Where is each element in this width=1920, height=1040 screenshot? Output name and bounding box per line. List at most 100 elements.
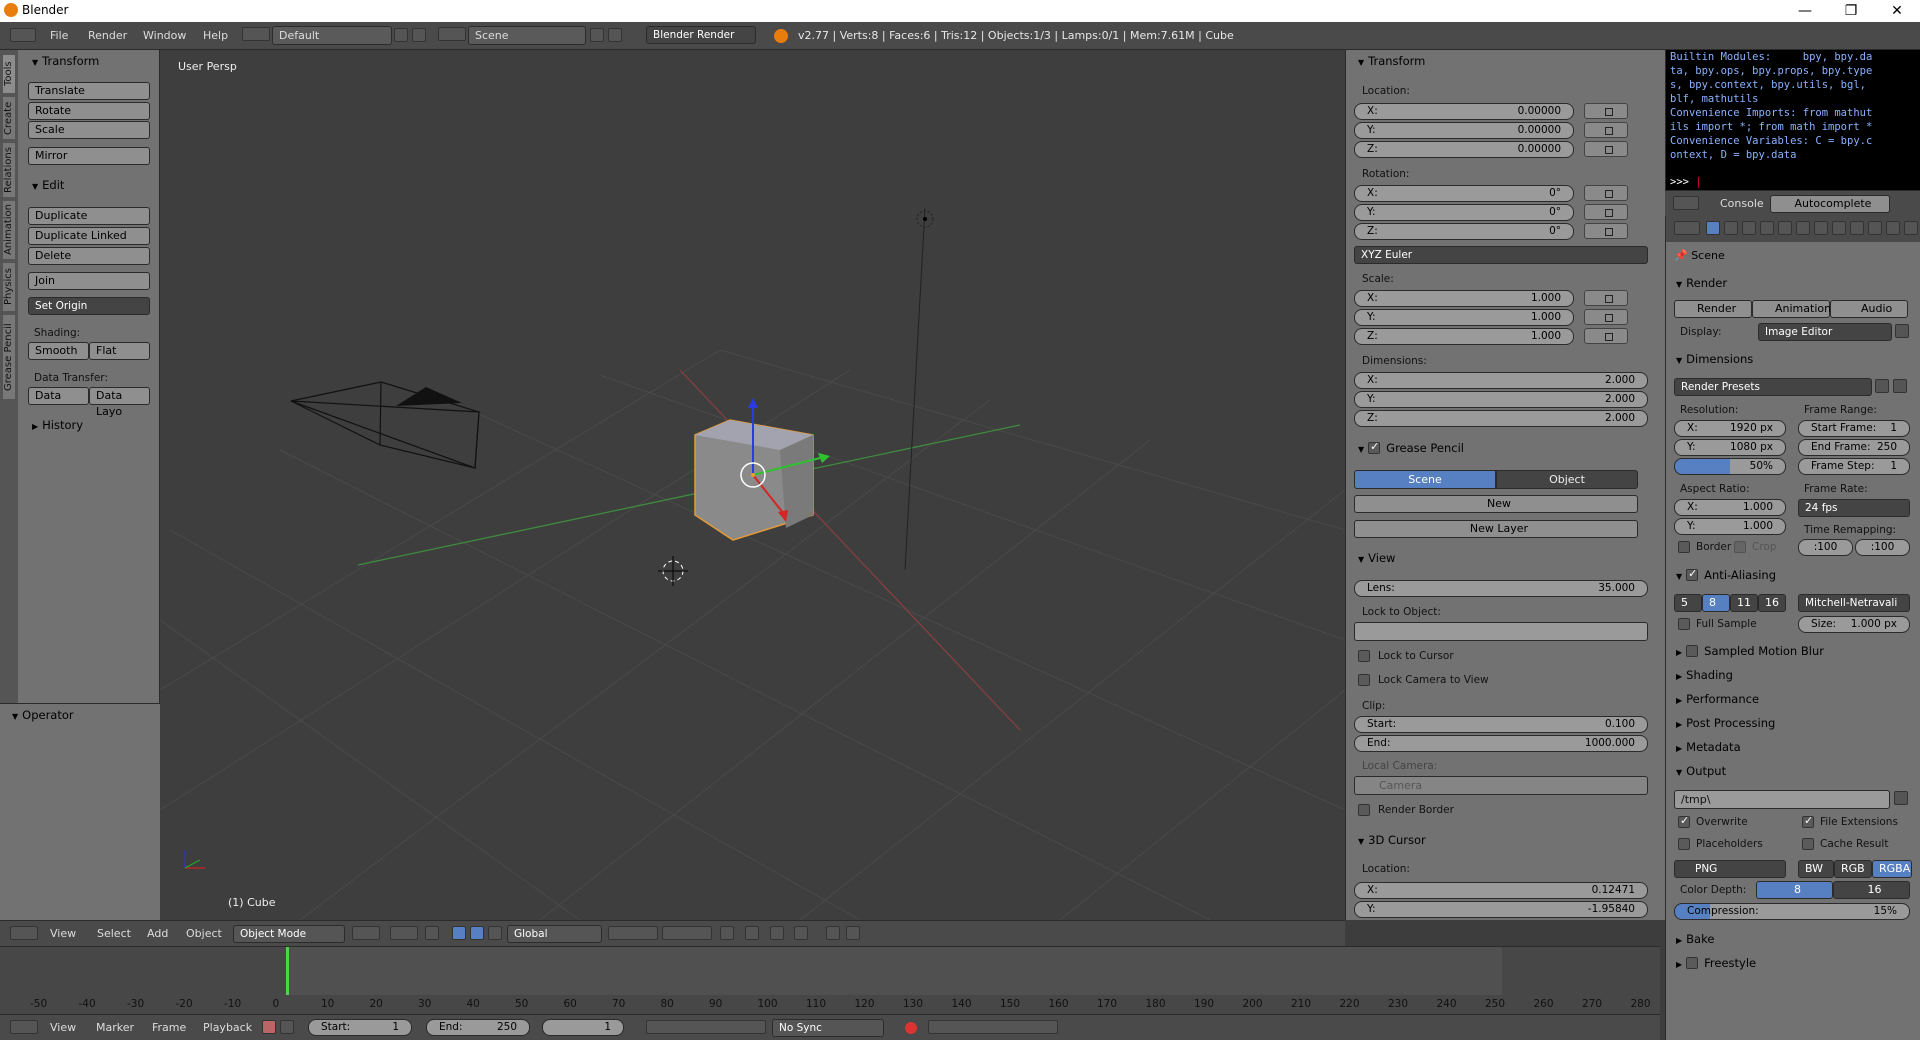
scene-tab-icon[interactable] <box>1742 221 1756 235</box>
output-path-field[interactable]: /tmp\ <box>1674 790 1890 809</box>
bake-header[interactable]: ▶ Bake <box>1676 932 1714 946</box>
aa-samples-5[interactable]: 5 <box>1674 594 1702 612</box>
dimension-y-field[interactable]: Y: 2.000 <box>1354 391 1648 408</box>
3d-cursor-header[interactable]: ▼ 3D Cursor <box>1358 833 1426 847</box>
close-button[interactable]: ✕ <box>1874 0 1920 22</box>
aspect-y-field[interactable]: Y: 1.000 <box>1674 518 1786 535</box>
layers-icon[interactable] <box>662 926 712 940</box>
tab-animation[interactable]: Animation <box>2 200 16 260</box>
screen-layout-field[interactable]: Default <box>272 26 392 45</box>
pivot-icon[interactable] <box>390 926 418 940</box>
flat-button[interactable]: Flat <box>89 342 150 360</box>
rotation-y-field[interactable]: Y: 0° <box>1354 204 1574 221</box>
bw-button[interactable]: BW <box>1798 860 1834 878</box>
crop-checkbox[interactable] <box>1734 541 1746 553</box>
render-anim-icon[interactable] <box>846 926 860 940</box>
overwrite-checkbox[interactable] <box>1678 814 1690 828</box>
current-frame-marker[interactable] <box>286 947 289 995</box>
scale-z-field[interactable]: Z: 1.000 <box>1354 328 1574 345</box>
tab-tools[interactable]: Tools <box>2 54 16 94</box>
aa-size-field[interactable]: Size: 1.000 px <box>1798 616 1910 633</box>
lock-scale-x-icon[interactable] <box>1584 290 1628 306</box>
lock-scale-z-icon[interactable] <box>1584 328 1628 344</box>
lock-range-icon[interactable] <box>280 1020 294 1034</box>
depth-16-button[interactable]: 16 <box>1833 881 1910 899</box>
gp-new-button[interactable]: New <box>1354 495 1638 513</box>
data-layout-button[interactable]: Data Layo <box>89 387 150 418</box>
orientation-select[interactable]: Global <box>507 925 602 943</box>
location-z-field[interactable]: Z: 0.00000 <box>1354 141 1574 158</box>
scale-button[interactable]: Scale <box>28 121 150 139</box>
cursor-y-field[interactable]: Y: -1.95840 <box>1354 901 1648 918</box>
location-y-field[interactable]: Y: 0.00000 <box>1354 122 1574 139</box>
frame-step-field[interactable]: Frame Step: 1 <box>1798 458 1910 475</box>
render-layers-tab-icon[interactable] <box>1724 221 1738 235</box>
metadata-header[interactable]: ▶ Metadata <box>1676 740 1741 754</box>
record-icon[interactable] <box>905 1022 917 1034</box>
material-tab-icon[interactable] <box>1850 221 1864 235</box>
data-tab-icon[interactable] <box>1832 221 1846 235</box>
delete-button[interactable]: Delete <box>28 247 150 265</box>
translate-manip-icon[interactable] <box>452 926 466 940</box>
menu-help[interactable]: Help <box>203 29 228 42</box>
add-preset-icon[interactable] <box>1875 379 1889 393</box>
dimension-x-field[interactable]: X: 2.000 <box>1354 372 1648 389</box>
scene-icon[interactable] <box>438 27 466 41</box>
lock-scale-y-icon[interactable] <box>1584 309 1628 325</box>
duplicate-button[interactable]: Duplicate <box>28 207 150 225</box>
operator-panel-header[interactable]: ▼ Operator <box>12 708 74 722</box>
menu-view[interactable]: View <box>50 1021 76 1034</box>
motion-blur-header[interactable]: ▶ Sampled Motion Blur <box>1676 644 1824 658</box>
menu-object[interactable]: Object <box>186 927 222 940</box>
snap-icon[interactable] <box>770 926 784 940</box>
scene-field[interactable]: Scene <box>468 26 586 45</box>
menu-add[interactable]: Add <box>147 927 168 940</box>
render-button[interactable]: Render <box>1674 300 1752 318</box>
aspect-x-field[interactable]: X: 1.000 <box>1674 499 1786 516</box>
aa-checkbox[interactable] <box>1686 567 1699 581</box>
menu-view[interactable]: View <box>50 927 76 940</box>
scale-y-field[interactable]: Y: 1.000 <box>1354 309 1574 326</box>
console-menu[interactable]: Console <box>1720 197 1764 210</box>
rotation-mode-select[interactable]: XYZ Euler <box>1354 246 1648 264</box>
render-panel-header[interactable]: ▼ Render <box>1676 276 1727 290</box>
animation-button[interactable]: Animation <box>1752 300 1831 318</box>
clip-start-field[interactable]: Start: 0.100 <box>1354 716 1648 733</box>
gp-new-layer-button[interactable]: New Layer <box>1354 520 1638 538</box>
viewport-3d[interactable]: User Persp (1) Cube <box>160 50 1345 920</box>
freestyle-header[interactable]: ▶ Freestyle <box>1676 956 1756 970</box>
current-frame-field[interactable]: 1 <box>542 1019 624 1036</box>
view-header[interactable]: ▼ View <box>1358 551 1395 565</box>
history-panel-header[interactable]: ▶ History <box>32 418 83 432</box>
file-extensions-checkbox[interactable] <box>1802 814 1814 828</box>
editor-type-icon[interactable] <box>10 926 38 940</box>
rotation-z-field[interactable]: Z: 0° <box>1354 223 1574 240</box>
remap-old-field[interactable]: :100 <box>1798 539 1853 556</box>
depth-8-button[interactable]: 8 <box>1756 881 1833 899</box>
dimensions-panel-header[interactable]: ▼ Dimensions <box>1676 352 1753 366</box>
render-engine-select[interactable]: Blender Render <box>646 26 756 44</box>
editor-type-icon[interactable] <box>10 1020 38 1034</box>
lock-rotation-x-icon[interactable] <box>1584 185 1628 201</box>
layer-lock-icon[interactable] <box>720 926 734 940</box>
cache-result-checkbox[interactable] <box>1802 838 1814 850</box>
shading-header[interactable]: ▶ Shading <box>1676 668 1733 682</box>
proportional-edit-icon[interactable] <box>745 926 759 940</box>
playback-controls-icon[interactable] <box>646 1020 766 1034</box>
constraints-tab-icon[interactable] <box>1796 221 1810 235</box>
lock-location-y-icon[interactable] <box>1584 122 1628 138</box>
aa-samples-16[interactable]: 16 <box>1758 594 1786 612</box>
python-console[interactable]: Builtin Modules: bpy, bpy.da ta, bpy.ops… <box>1665 50 1920 190</box>
folder-icon[interactable] <box>1894 791 1908 805</box>
add-scene-icon[interactable] <box>590 28 604 42</box>
layers-icon[interactable] <box>608 926 658 940</box>
edit-panel-header[interactable]: ▼ Edit <box>32 178 64 192</box>
tab-physics[interactable]: Physics <box>2 262 16 312</box>
aa-filter-select[interactable]: Mitchell-Netravali <box>1798 594 1910 612</box>
menu-window[interactable]: Window <box>143 29 186 42</box>
location-x-field[interactable]: X: 0.00000 <box>1354 103 1574 120</box>
keying-set-field[interactable] <box>928 1020 1058 1034</box>
opengl-render-icon[interactable] <box>826 926 840 940</box>
grease-pencil-checkbox[interactable] <box>1368 440 1381 454</box>
anti-aliasing-header[interactable]: ▼Anti-Aliasing <box>1676 567 1776 582</box>
